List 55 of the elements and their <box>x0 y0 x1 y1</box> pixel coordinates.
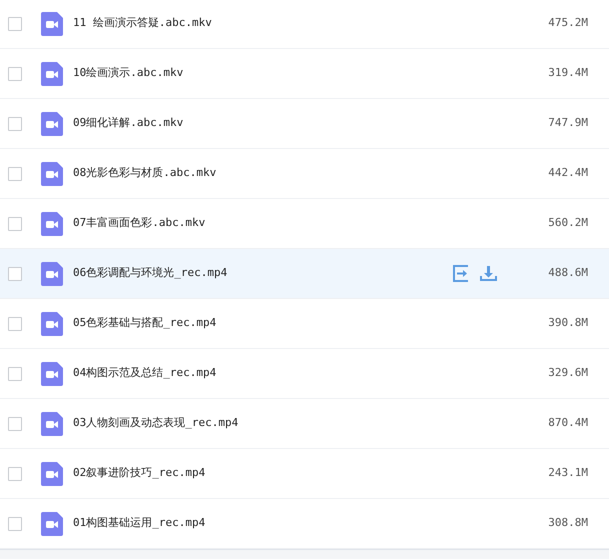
video-file-icon <box>41 362 63 386</box>
video-file-icon <box>41 62 63 86</box>
video-file-icon <box>41 512 63 536</box>
file-size: 442.4M <box>547 165 588 182</box>
checkbox[interactable] <box>8 366 22 380</box>
checkbox[interactable] <box>8 516 22 530</box>
file-name[interactable]: 09细化详解.abc.mkv <box>73 115 528 132</box>
file-name[interactable]: 06色彩调配与环境光_rec.mp4 <box>73 265 453 282</box>
video-file-icon <box>41 162 63 186</box>
checkbox[interactable] <box>8 316 22 330</box>
video-file-icon <box>41 312 63 336</box>
checkbox[interactable] <box>8 166 22 180</box>
file-row[interactable]: 09细化详解.abc.mkv 747.9M <box>0 99 609 149</box>
file-size: 319.4M <box>547 65 588 82</box>
checkbox[interactable] <box>8 116 22 130</box>
file-name[interactable]: 10绘画演示.abc.mkv <box>73 65 528 82</box>
file-size: 308.8M <box>547 515 588 532</box>
download-icon[interactable] <box>480 265 497 282</box>
video-file-icon <box>41 462 63 486</box>
checkbox[interactable] <box>8 66 22 80</box>
checkbox[interactable] <box>8 266 22 280</box>
file-size: 475.2M <box>547 15 588 32</box>
file-row[interactable]: 08光影色彩与材质.abc.mkv 442.4M <box>0 149 609 199</box>
video-file-icon <box>41 412 63 436</box>
file-row[interactable]: 10绘画演示.abc.mkv 319.4M <box>0 49 609 99</box>
file-size: 243.1M <box>547 465 588 482</box>
checkbox[interactable] <box>8 216 22 230</box>
file-size: 329.6M <box>547 365 588 382</box>
file-name[interactable]: 02叙事进阶技巧_rec.mp4 <box>73 465 528 482</box>
file-name[interactable]: 05色彩基础与搭配_rec.mp4 <box>73 315 528 332</box>
file-name[interactable]: 01构图基础运用_rec.mp4 <box>73 515 528 532</box>
file-name[interactable]: 08光影色彩与材质.abc.mkv <box>73 165 528 182</box>
file-row[interactable]: 04构图示范及总结_rec.mp4 329.6M <box>0 349 609 399</box>
file-row[interactable]: 03人物刻画及动态表现_rec.mp4 870.4M <box>0 399 609 449</box>
video-file-icon <box>41 112 63 136</box>
file-size: 560.2M <box>547 215 588 232</box>
file-row[interactable]: 05色彩基础与搭配_rec.mp4 390.8M <box>0 299 609 349</box>
file-row[interactable]: 06色彩调配与环境光_rec.mp4 488.6M <box>0 249 609 299</box>
file-name[interactable]: 04构图示范及总结_rec.mp4 <box>73 365 528 382</box>
move-icon[interactable] <box>453 265 470 282</box>
file-size: 390.8M <box>547 315 588 332</box>
file-size: 747.9M <box>547 115 588 132</box>
checkbox[interactable] <box>8 16 22 30</box>
video-file-icon <box>41 12 63 36</box>
file-size: 870.4M <box>547 415 588 432</box>
file-size: 488.6M <box>547 265 588 282</box>
file-name[interactable]: 11 绘画演示答疑.abc.mkv <box>73 15 528 32</box>
file-name[interactable]: 07丰富画面色彩.abc.mkv <box>73 215 528 232</box>
file-row[interactable]: 02叙事进阶技巧_rec.mp4 243.1M <box>0 449 609 499</box>
file-row[interactable]: 11 绘画演示答疑.abc.mkv 475.2M <box>0 0 609 49</box>
video-file-icon <box>41 212 63 236</box>
checkbox[interactable] <box>8 416 22 430</box>
checkbox[interactable] <box>8 466 22 480</box>
video-file-icon <box>41 262 63 286</box>
file-name[interactable]: 03人物刻画及动态表现_rec.mp4 <box>73 415 528 432</box>
